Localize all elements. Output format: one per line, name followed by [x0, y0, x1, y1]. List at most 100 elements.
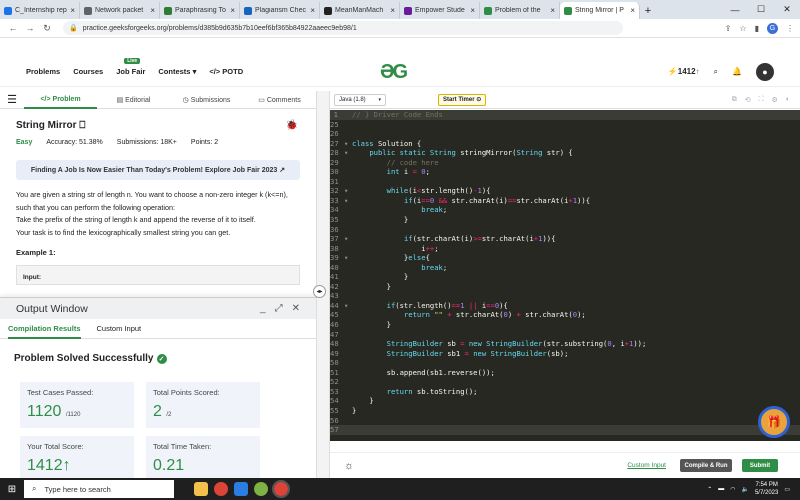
tab-close-icon[interactable]: × [150, 6, 155, 15]
nav-courses[interactable]: Courses [73, 67, 103, 76]
browser-tab[interactable]: Problem of the × [480, 2, 560, 19]
minimize-icon[interactable]: — [722, 5, 748, 15]
code-line[interactable]: 51 sb.append(sb1.reverse()); [330, 368, 800, 378]
user-avatar[interactable]: ● [756, 62, 774, 81]
close-window-icon[interactable]: ✕ [774, 4, 800, 15]
fold-arrow-icon[interactable]: ▾ [344, 301, 352, 311]
forward-icon[interactable]: → [23, 23, 37, 33]
code-line[interactable]: 36 [330, 225, 800, 235]
tab-close-icon[interactable]: × [630, 6, 635, 15]
browser-tab[interactable]: Network packet × [80, 2, 160, 19]
bookmark-icon[interactable]: ☆ [739, 24, 746, 33]
fullscreen-icon[interactable]: ⛶ [759, 96, 764, 104]
browser-tab[interactable]: Plagiarism Chec × [240, 2, 320, 19]
custom-input-link[interactable]: Custom Input [627, 462, 666, 469]
code-line[interactable]: 52 [330, 377, 800, 387]
code-line[interactable]: 44 ▾ if(str.length()==1 || i==0){ [330, 301, 800, 311]
job-fair-banner[interactable]: Finding A Job Is Now Easier Than Today's… [16, 160, 300, 180]
code-line[interactable]: 42 } [330, 282, 800, 292]
code-line[interactable]: 38 i++; [330, 244, 800, 254]
tab-compilation-results[interactable]: Compilation Results [8, 319, 81, 339]
sidepanel-icon[interactable]: ▮ [755, 24, 759, 33]
bell-icon[interactable]: 🔔 [732, 67, 742, 76]
browser-tab[interactable]: Paraphrasing To × [160, 2, 240, 19]
new-tab-button[interactable]: + [640, 2, 656, 19]
app-icon[interactable] [254, 482, 268, 496]
windows-start-icon[interactable]: ⊞ [0, 484, 24, 495]
bookmark-outline-icon[interactable]: ⎕ [79, 120, 85, 131]
code-line[interactable]: 26 [330, 129, 800, 139]
code-line[interactable]: 27 ▾ class Solution { [330, 139, 800, 149]
expand-icon[interactable]: ⤢ [275, 303, 283, 314]
gfg-logo[interactable]: ƏG [380, 61, 408, 84]
tab-close-icon[interactable]: × [550, 6, 555, 15]
code-line[interactable]: 28 ▾ public static String stringMirror(St… [330, 148, 800, 158]
nav-contests[interactable]: Contests ▾ [158, 67, 196, 76]
tab-close-icon[interactable]: × [70, 6, 75, 15]
url-field[interactable]: 🔒 practice.geeksforgeeks.org/problems/d3… [63, 21, 623, 35]
app-icon[interactable] [234, 482, 248, 496]
notification-icon[interactable]: ▭ [784, 486, 790, 493]
reset-icon[interactable]: ⟲ [745, 96, 751, 104]
tray-chevron-icon[interactable]: ⌃ [707, 486, 712, 493]
close-icon[interactable]: ✕ [292, 303, 300, 314]
tab-comments[interactable]: ▭ Comments [243, 96, 316, 104]
code-line[interactable]: 33 ▾ if(i==0 && str.charAt(i)==str.charAt… [330, 196, 800, 206]
copy-icon[interactable]: ⧉ [732, 96, 737, 104]
code-line[interactable]: 32 ▾ while(i<str.length()-1){ [330, 186, 800, 196]
theme-icon[interactable]: ◐ [786, 96, 790, 104]
code-line[interactable]: 35 } [330, 215, 800, 225]
code-line[interactable]: 39 ▾ }else{ [330, 253, 800, 263]
nav-potd[interactable]: </> POTD [209, 67, 243, 76]
code-line[interactable]: 46 } [330, 320, 800, 330]
language-select[interactable]: Java (1.8) ▾ [334, 93, 386, 106]
browser-tab[interactable]: Empower Stude × [400, 2, 480, 19]
fold-arrow-icon[interactable]: ▾ [344, 253, 352, 263]
code-line[interactable]: 45 return "" + str.charAt(0) + str.charA… [330, 310, 800, 320]
start-timer-button[interactable]: Start Timer ⊙ [438, 93, 487, 106]
code-line[interactable]: 34 break; [330, 205, 800, 215]
share-icon[interactable]: ⇪ [725, 24, 732, 33]
profile-avatar[interactable]: G [767, 22, 778, 34]
fold-arrow-icon[interactable]: ▾ [344, 196, 352, 206]
code-line[interactable]: 30 int i = 0; [330, 167, 800, 177]
minimize-panel-icon[interactable]: _ [260, 303, 266, 314]
taskbar-search[interactable]: ⌕ Type here to search [24, 480, 174, 498]
code-line[interactable]: 49 StringBuilder sb1 = new StringBuilder… [330, 349, 800, 359]
code-line[interactable]: 53 return sb.toString(); [330, 387, 800, 397]
code-line[interactable]: 47 [330, 330, 800, 340]
reload-icon[interactable]: ↻ [40, 23, 54, 34]
hamburger-icon[interactable]: ☰ [0, 93, 24, 106]
sun-icon[interactable]: ☼ [344, 460, 354, 472]
tab-custom-input[interactable]: Custom Input [97, 324, 142, 333]
code-line[interactable]: 57 [330, 425, 800, 435]
tab-close-icon[interactable]: × [470, 6, 475, 15]
menu-dots-icon[interactable]: ⋮ [786, 24, 794, 33]
compile-run-button[interactable]: Compile & Run [680, 459, 732, 472]
wifi-icon[interactable]: ◠ [730, 486, 735, 493]
code-line[interactable]: 55 } [330, 406, 800, 416]
code-line[interactable]: 25 [330, 120, 800, 130]
fold-arrow-icon[interactable]: ▾ [344, 234, 352, 244]
code-line[interactable]: 40 break; [330, 263, 800, 273]
code-line[interactable]: 37 ▾ if(str.charAt(i)>=str.charAt(i+1)){ [330, 234, 800, 244]
maximize-icon[interactable]: ☐ [748, 4, 774, 15]
network-icon[interactable]: ▬ [718, 486, 724, 492]
code-line[interactable]: 43 [330, 291, 800, 301]
tab-close-icon[interactable]: × [310, 6, 315, 15]
tab-problem[interactable]: </> Problem [24, 91, 97, 109]
drag-handle-icon[interactable]: ◂▸ [313, 285, 326, 298]
code-line[interactable]: 48 StringBuilder sb = new StringBuilder(… [330, 339, 800, 349]
code-line[interactable]: 31 [330, 177, 800, 187]
browser-tab[interactable]: MeanManMach × [320, 2, 400, 19]
code-line[interactable]: 1 // } Driver Code Ends [330, 110, 800, 120]
code-line[interactable]: 56 [330, 416, 800, 426]
back-icon[interactable]: ← [6, 23, 20, 33]
chrome-active-icon[interactable] [272, 480, 290, 498]
code-line[interactable]: 54 } [330, 396, 800, 406]
tab-close-icon[interactable]: × [230, 6, 235, 15]
nav-job-fair[interactable]: Live Job Fair [116, 58, 145, 76]
floating-gift-icon[interactable]: 🎁 [758, 406, 790, 438]
volume-icon[interactable]: 🔈 [741, 486, 748, 493]
streak-counter[interactable]: ⚡1412↑ [668, 67, 700, 76]
